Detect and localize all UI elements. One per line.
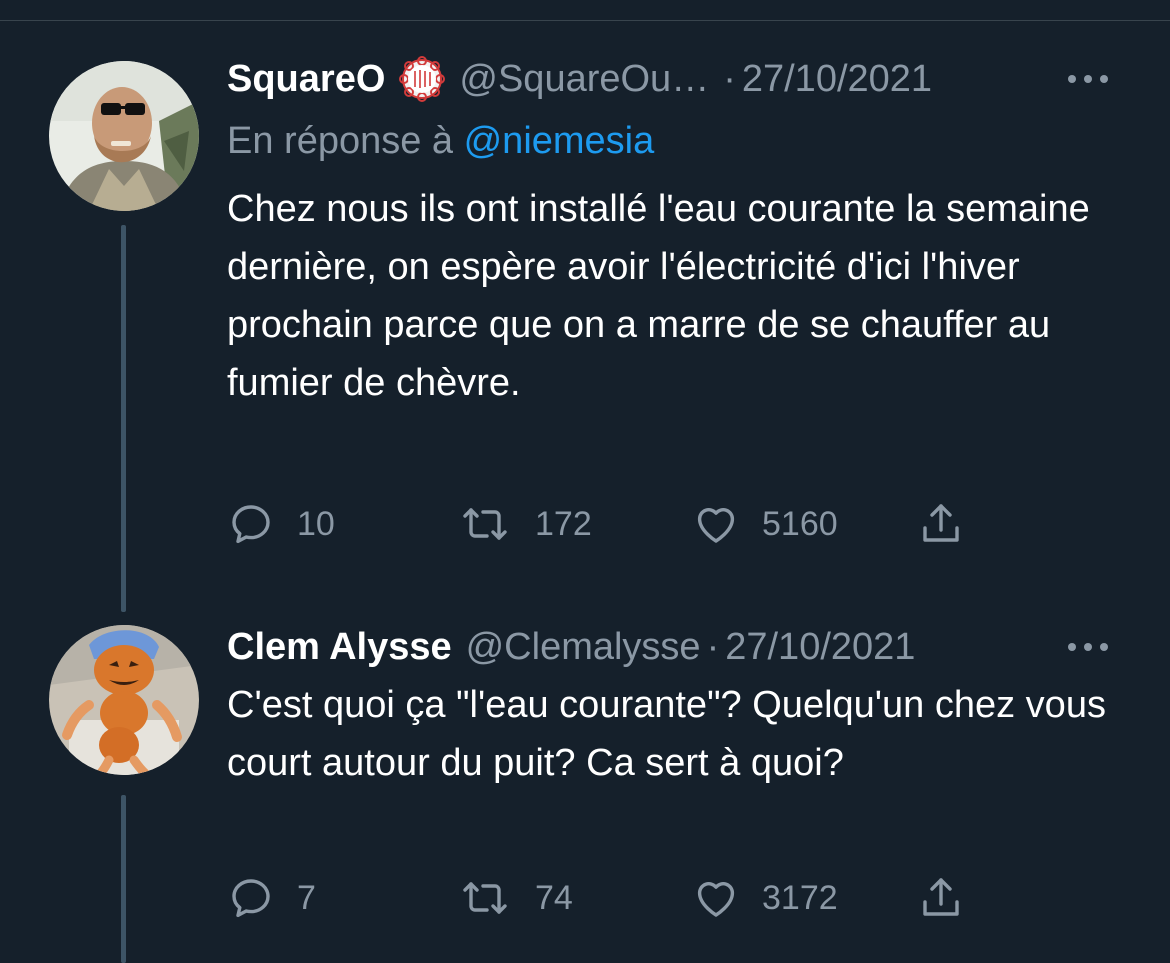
retweet-count: 74 bbox=[535, 878, 573, 917]
tweet-text: Chez nous ils ont installé l'eau courant… bbox=[227, 188, 1090, 404]
heart-icon bbox=[697, 882, 735, 917]
retweet-icon bbox=[463, 882, 507, 914]
share-icon bbox=[923, 878, 959, 916]
reply-count: 10 bbox=[297, 504, 335, 543]
reply-icon bbox=[232, 879, 270, 918]
reply-prefix: En réponse à bbox=[227, 120, 464, 162]
heart-icon bbox=[697, 508, 735, 543]
retweet-button[interactable]: 74 bbox=[457, 868, 573, 928]
retweet-icon bbox=[463, 508, 507, 540]
tweet-content: SquareO @SquareOu… · 27/10/2021 En répon… bbox=[227, 52, 1110, 412]
tweet-header: SquareO @SquareOu… · 27/10/2021 bbox=[227, 52, 1110, 106]
separator-dot: · bbox=[706, 625, 720, 668]
reply-button[interactable]: 10 bbox=[227, 494, 335, 554]
more-options-icon[interactable] bbox=[1066, 52, 1110, 106]
author-name[interactable]: SquareO bbox=[227, 58, 385, 101]
tweet-header: Clem Alysse @Clemalysse · 27/10/2021 bbox=[227, 620, 1110, 674]
reply-button[interactable]: 7 bbox=[227, 868, 316, 928]
retweet-button[interactable]: 172 bbox=[457, 494, 592, 554]
author-handle[interactable]: @Clemalysse bbox=[466, 626, 701, 669]
share-button[interactable] bbox=[917, 868, 965, 928]
like-button[interactable]: 3172 bbox=[692, 868, 838, 928]
author-name[interactable]: Clem Alysse bbox=[227, 626, 452, 669]
tweet-date[interactable]: 27/10/2021 bbox=[725, 626, 915, 669]
share-icon bbox=[923, 504, 959, 542]
thread-connector-line bbox=[121, 225, 126, 612]
tweet[interactable]: Clem Alysse @Clemalysse · 27/10/2021 C'e… bbox=[0, 615, 1170, 963]
like-count: 5160 bbox=[762, 504, 838, 543]
seal-stamp-icon bbox=[399, 56, 446, 102]
like-button[interactable]: 5160 bbox=[692, 494, 838, 554]
avatar[interactable] bbox=[49, 625, 199, 775]
reply-context: En réponse à @niemesia bbox=[227, 114, 1110, 168]
avatar[interactable] bbox=[49, 61, 199, 211]
share-button[interactable] bbox=[917, 494, 965, 554]
tweet-date[interactable]: 27/10/2021 bbox=[742, 58, 932, 101]
author-handle[interactable]: @SquareOu… bbox=[459, 58, 709, 101]
tweet[interactable]: SquareO @SquareOu… · 27/10/2021 En répon… bbox=[0, 0, 1170, 615]
like-count: 3172 bbox=[762, 878, 838, 917]
more-options-icon[interactable] bbox=[1066, 620, 1110, 674]
reply-count: 7 bbox=[297, 878, 316, 917]
tweet-content: Clem Alysse @Clemalysse · 27/10/2021 C'e… bbox=[227, 620, 1110, 792]
separator-dot: · bbox=[723, 57, 736, 100]
tweet-text: C'est quoi ça "l'eau courante"? Quelqu'u… bbox=[227, 684, 1106, 784]
reply-mention-link[interactable]: @niemesia bbox=[464, 120, 655, 162]
thread-connector-line bbox=[121, 795, 126, 963]
retweet-count: 172 bbox=[535, 504, 592, 543]
reply-icon bbox=[232, 505, 270, 544]
